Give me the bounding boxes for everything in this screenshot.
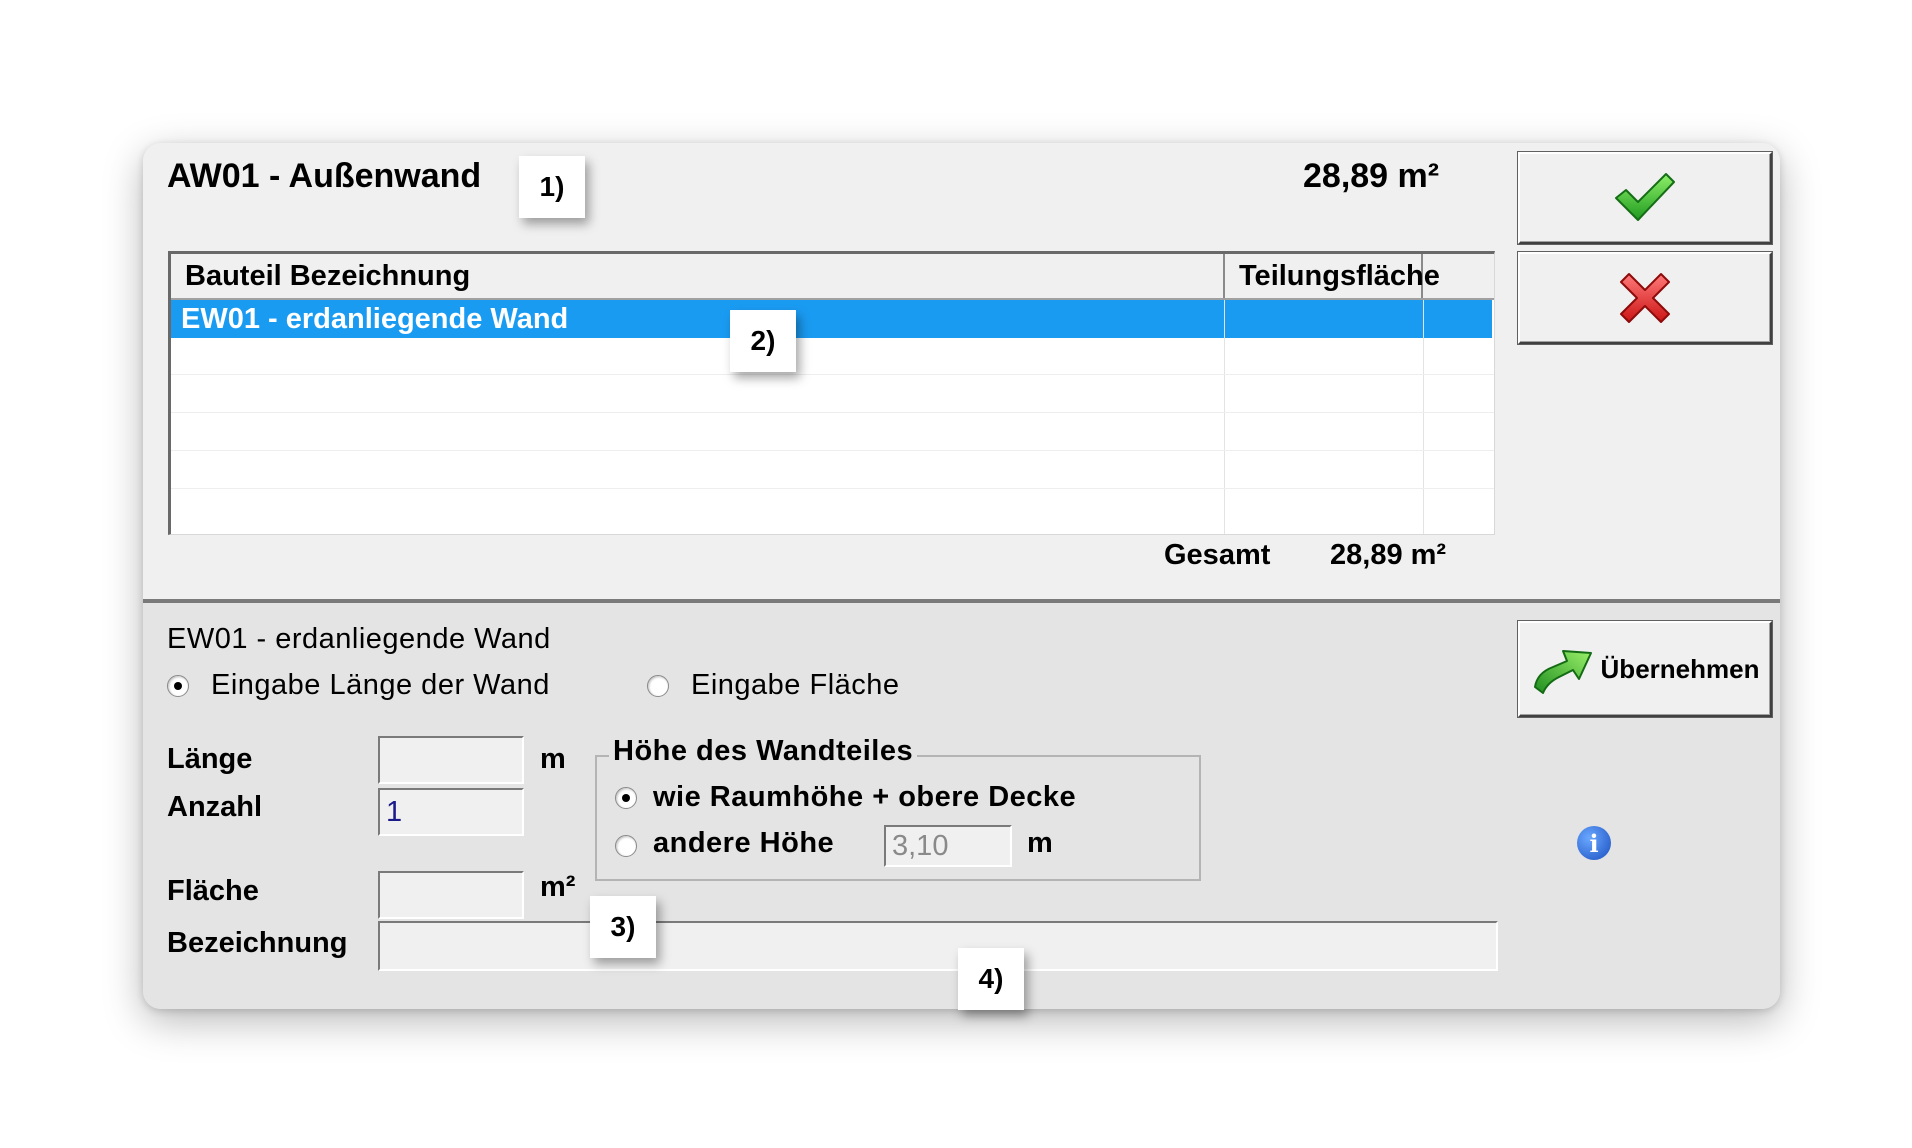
cross-icon	[1620, 273, 1670, 323]
mode-area-radio[interactable]	[647, 675, 669, 697]
summary-value: 28,89 m²	[1330, 539, 1447, 571]
height-room-radio[interactable]	[615, 787, 637, 809]
count-input[interactable]	[378, 788, 524, 836]
info-icon[interactable]: i	[1577, 826, 1611, 860]
other-height-unit: m	[1027, 827, 1053, 859]
row-divider	[171, 488, 1494, 489]
length-unit: m	[540, 743, 566, 775]
callout-2: 2)	[730, 310, 796, 372]
area-unit: m²	[540, 871, 576, 903]
cancel-button[interactable]	[1518, 252, 1772, 344]
mode-length-label[interactable]: Eingabe Länge der Wand	[211, 669, 550, 702]
height-room-label[interactable]: wie Raumhöhe + obere Decke	[653, 781, 1076, 814]
length-label: Länge	[167, 743, 253, 775]
apply-button[interactable]: Übernehmen	[1518, 621, 1772, 717]
detail-title: EW01 - erdanliegende Wand	[167, 623, 551, 655]
other-height-input[interactable]	[884, 825, 1012, 867]
summary-label: Gesamt	[1164, 539, 1271, 571]
arrow-icon	[1533, 650, 1592, 694]
component-table[interactable]: Bauteil Bezeichnung Teilungsfläche EW01 …	[168, 251, 1495, 535]
table-row[interactable]: EW01 - erdanliegende Wand	[171, 300, 1492, 338]
column-header-area[interactable]: Teilungsfläche	[1225, 254, 1440, 298]
callout-1: 1)	[519, 156, 585, 218]
height-other-label[interactable]: andere Höhe	[653, 827, 834, 860]
total-area: 28,89 m²	[1303, 157, 1440, 195]
callout-3: 3)	[590, 896, 656, 958]
name-label: Bezeichnung	[167, 927, 348, 959]
name-input[interactable]	[378, 921, 1498, 971]
table-header: Bauteil Bezeichnung Teilungsfläche	[171, 254, 1494, 300]
column-header-name[interactable]: Bauteil Bezeichnung	[171, 254, 1225, 298]
area-input[interactable]	[378, 871, 524, 919]
row-divider	[171, 412, 1494, 413]
area-label: Fläche	[167, 875, 259, 907]
column-divider	[1224, 300, 1225, 534]
mode-length-radio[interactable]	[167, 675, 189, 697]
apply-button-label: Übernehmen	[1600, 653, 1760, 684]
row-area-cell	[1265, 300, 1453, 338]
mode-area-label[interactable]: Eingabe Fläche	[691, 669, 900, 702]
wall-height-group: Höhe des Wandteiles wie Raumhöhe + obere…	[595, 735, 1201, 881]
callout-4: 4)	[958, 948, 1024, 1010]
check-icon	[1615, 173, 1675, 221]
height-other-radio[interactable]	[615, 835, 637, 857]
column-divider	[1423, 300, 1424, 534]
row-divider	[171, 374, 1494, 375]
dialog-window: AW01 - Außenwand 28,89 m² Bauteil Bezeic…	[143, 143, 1780, 1009]
count-label: Anzahl	[167, 791, 263, 823]
wall-height-legend: Höhe des Wandteiles	[609, 735, 918, 768]
ok-button[interactable]	[1518, 152, 1772, 244]
row-divider	[171, 450, 1494, 451]
dialog-title: AW01 - Außenwand	[167, 157, 482, 195]
length-input[interactable]	[378, 736, 524, 784]
row-name-cell: EW01 - erdanliegende Wand	[181, 303, 569, 335]
